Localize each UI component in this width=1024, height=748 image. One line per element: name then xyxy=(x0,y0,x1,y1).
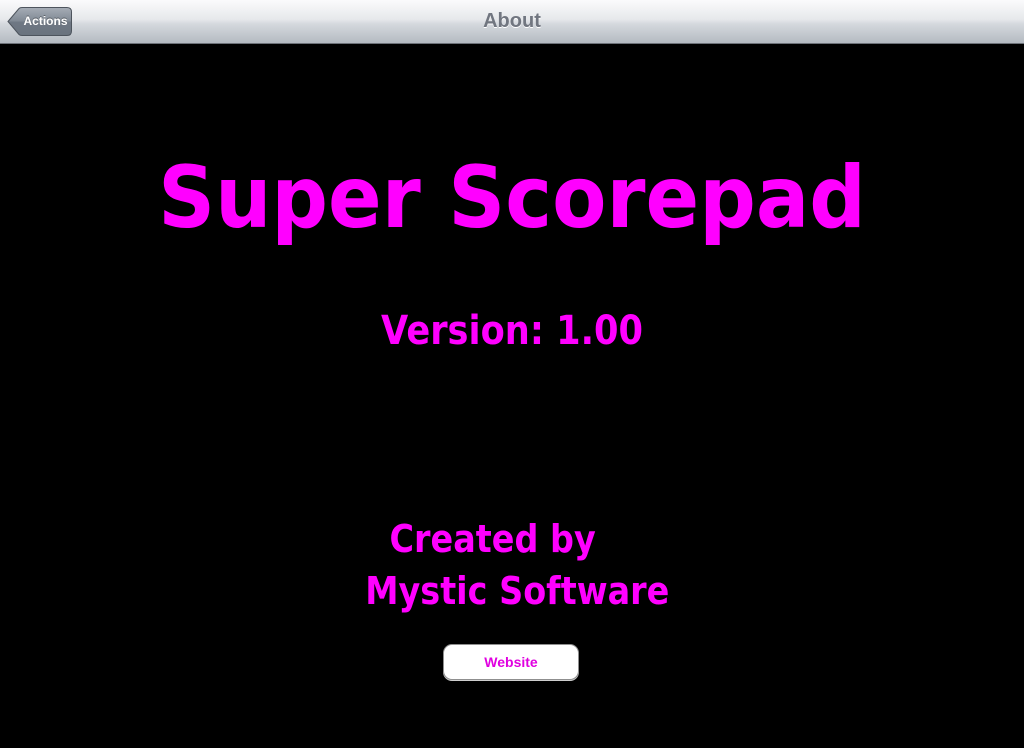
about-screen: About Actions Super Scorepad Version: 1.… xyxy=(0,0,1024,748)
back-button-label: Actions xyxy=(23,14,68,28)
created-by-label: Created by xyxy=(389,517,596,561)
version-label: Version: 1.00 xyxy=(381,308,643,354)
actions-back-button[interactable]: Actions xyxy=(7,7,72,36)
created-by-text: Created by Mystic Software xyxy=(61,513,962,617)
nav-title: About xyxy=(483,10,541,32)
navigation-bar: About Actions xyxy=(0,0,1024,44)
website-button[interactable]: Website xyxy=(443,644,579,680)
app-name: Super Scorepad xyxy=(158,148,866,248)
developer-name: Mystic Software xyxy=(365,569,670,613)
